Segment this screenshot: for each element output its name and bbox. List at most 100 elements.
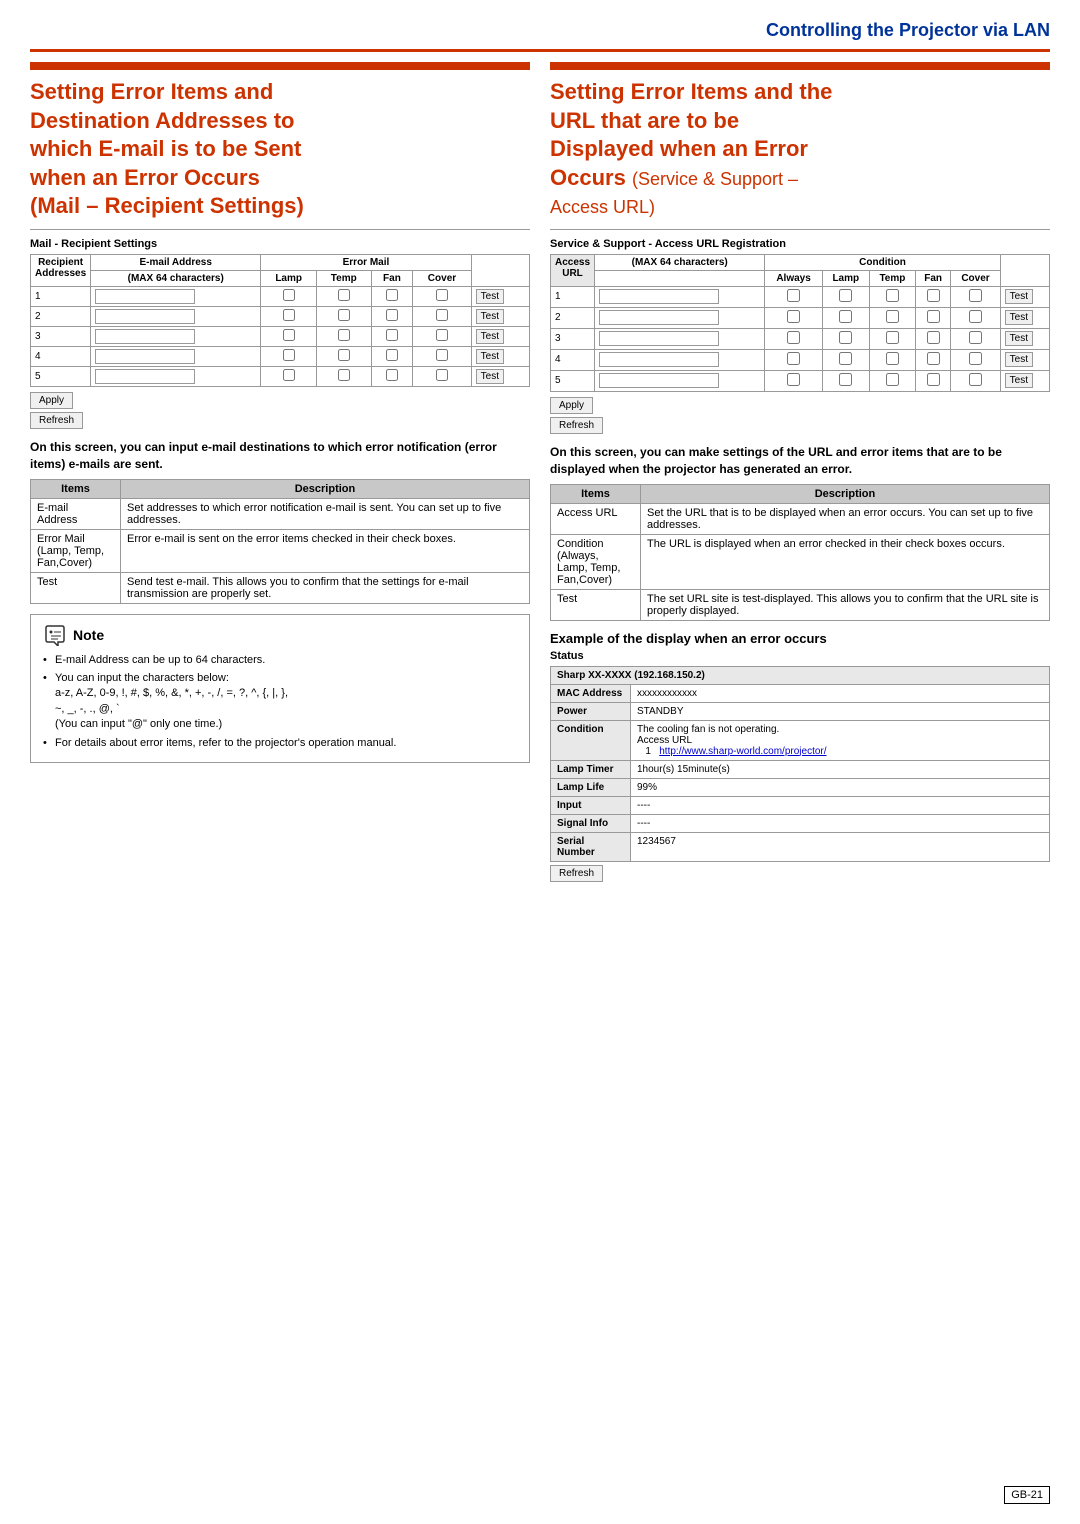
test-btn-1[interactable]: Test xyxy=(476,289,504,304)
cover-check-4[interactable] xyxy=(436,349,448,361)
lamp-life-value: 99% xyxy=(631,778,1050,796)
row1-cover xyxy=(413,286,471,306)
right-desc-row-3: Test The set URL site is test-displayed.… xyxy=(551,589,1050,620)
left-title-bar xyxy=(30,62,530,70)
email-sub-header: (MAX 64 characters) xyxy=(91,270,261,286)
lamp-check-5[interactable] xyxy=(283,369,295,381)
acover-check-5[interactable] xyxy=(969,373,982,386)
lamp-check-2[interactable] xyxy=(283,309,295,321)
left-form-label: Mail - Recipient Settings xyxy=(30,238,530,250)
temp-check-5[interactable] xyxy=(338,369,350,381)
arow5-url xyxy=(595,370,765,391)
status-serial-row: Serial Number 1234567 xyxy=(551,832,1050,861)
cover-check-1[interactable] xyxy=(436,289,448,301)
always-header: Always xyxy=(765,270,822,286)
lamp-check-4[interactable] xyxy=(283,349,295,361)
condition-value: The cooling fan is not operating.Access … xyxy=(631,720,1050,760)
atemp-check-2[interactable] xyxy=(886,310,899,323)
atest-btn-5[interactable]: Test xyxy=(1005,373,1033,388)
url-input-5[interactable] xyxy=(599,373,719,388)
left-section-title: Setting Error Items and Destination Addr… xyxy=(30,78,530,221)
power-label: Power xyxy=(551,702,631,720)
temp-check-1[interactable] xyxy=(338,289,350,301)
afan-check-4[interactable] xyxy=(927,352,940,365)
status-input-row: Input ---- xyxy=(551,796,1050,814)
alamp-check-3[interactable] xyxy=(839,331,852,344)
test-btn-5[interactable]: Test xyxy=(476,369,504,384)
temp-check-3[interactable] xyxy=(338,329,350,341)
left-refresh-button[interactable]: Refresh xyxy=(30,412,83,429)
atest-btn-1[interactable]: Test xyxy=(1005,289,1033,304)
fan-check-4[interactable] xyxy=(386,349,398,361)
always-check-3[interactable] xyxy=(787,331,800,344)
right-desc-row-2: Condition(Always,Lamp, Temp,Fan,Cover) T… xyxy=(551,534,1050,589)
afan-check-2[interactable] xyxy=(927,310,940,323)
fan-check-5[interactable] xyxy=(386,369,398,381)
email-input-5[interactable] xyxy=(95,369,195,384)
url-input-3[interactable] xyxy=(599,331,719,346)
lamp-check-3[interactable] xyxy=(283,329,295,341)
always-check-4[interactable] xyxy=(787,352,800,365)
right-section-title: Setting Error Items and the URL that are… xyxy=(550,78,1050,221)
left-apply-button[interactable]: Apply xyxy=(30,392,73,409)
temp-check-4[interactable] xyxy=(338,349,350,361)
arow5-num: 5 xyxy=(551,370,595,391)
status-refresh-button[interactable]: Refresh xyxy=(550,865,603,882)
always-check-1[interactable] xyxy=(787,289,800,302)
email-input-3[interactable] xyxy=(95,329,195,344)
atemp-check-5[interactable] xyxy=(886,373,899,386)
test-btn-4[interactable]: Test xyxy=(476,349,504,364)
always-check-2[interactable] xyxy=(787,310,800,323)
cover-check-2[interactable] xyxy=(436,309,448,321)
email-input-4[interactable] xyxy=(95,349,195,364)
atemp-check-1[interactable] xyxy=(886,289,899,302)
atemp-check-4[interactable] xyxy=(886,352,899,365)
row2-num: 2 xyxy=(31,306,91,326)
row3-email xyxy=(91,326,261,346)
arow2-url xyxy=(595,307,765,328)
alamp-check-5[interactable] xyxy=(839,373,852,386)
left-desc-row-2: Error Mail(Lamp, Temp,Fan,Cover) Error e… xyxy=(31,529,530,572)
right-desc-3: The set URL site is test-displayed. This… xyxy=(641,589,1050,620)
url-input-2[interactable] xyxy=(599,310,719,325)
mail-recipient-table: RecipientAddresses E-mail Address Error … xyxy=(30,254,530,387)
right-form-label: Service & Support - Access URL Registrat… xyxy=(550,238,1050,250)
fan-check-1[interactable] xyxy=(386,289,398,301)
right-apply-button[interactable]: Apply xyxy=(550,397,593,414)
url-input-4[interactable] xyxy=(599,352,719,367)
afan-check-5[interactable] xyxy=(927,373,940,386)
email-input-2[interactable] xyxy=(95,309,195,324)
temp-check-2[interactable] xyxy=(338,309,350,321)
mail-row-2: 2 Test xyxy=(31,306,530,326)
left-desc-row-3: Test Send test e-mail. This allows you t… xyxy=(31,572,530,603)
acover-check-4[interactable] xyxy=(969,352,982,365)
url-input-1[interactable] xyxy=(599,289,719,304)
access-row-5: 5 Test xyxy=(551,370,1050,391)
test-btn-3[interactable]: Test xyxy=(476,329,504,344)
email-input-1[interactable] xyxy=(95,289,195,304)
atemp-check-3[interactable] xyxy=(886,331,899,344)
always-check-5[interactable] xyxy=(787,373,800,386)
cover-check-3[interactable] xyxy=(436,329,448,341)
right-refresh-button[interactable]: Refresh xyxy=(550,417,603,434)
cover-header-r: Cover xyxy=(951,270,1000,286)
acover-check-1[interactable] xyxy=(969,289,982,302)
row1-temp xyxy=(317,286,372,306)
afan-check-3[interactable] xyxy=(927,331,940,344)
alamp-check-2[interactable] xyxy=(839,310,852,323)
row3-num: 3 xyxy=(31,326,91,346)
atest-btn-4[interactable]: Test xyxy=(1005,352,1033,367)
test-btn-2[interactable]: Test xyxy=(476,309,504,324)
fan-check-2[interactable] xyxy=(386,309,398,321)
alamp-check-4[interactable] xyxy=(839,352,852,365)
atest-btn-2[interactable]: Test xyxy=(1005,310,1033,325)
lamp-check-1[interactable] xyxy=(283,289,295,301)
fan-check-3[interactable] xyxy=(386,329,398,341)
alamp-check-1[interactable] xyxy=(839,289,852,302)
atest-btn-3[interactable]: Test xyxy=(1005,331,1033,346)
note-item-3: For details about error items, refer to … xyxy=(43,736,517,751)
acover-check-3[interactable] xyxy=(969,331,982,344)
acover-check-2[interactable] xyxy=(969,310,982,323)
cover-check-5[interactable] xyxy=(436,369,448,381)
afan-check-1[interactable] xyxy=(927,289,940,302)
